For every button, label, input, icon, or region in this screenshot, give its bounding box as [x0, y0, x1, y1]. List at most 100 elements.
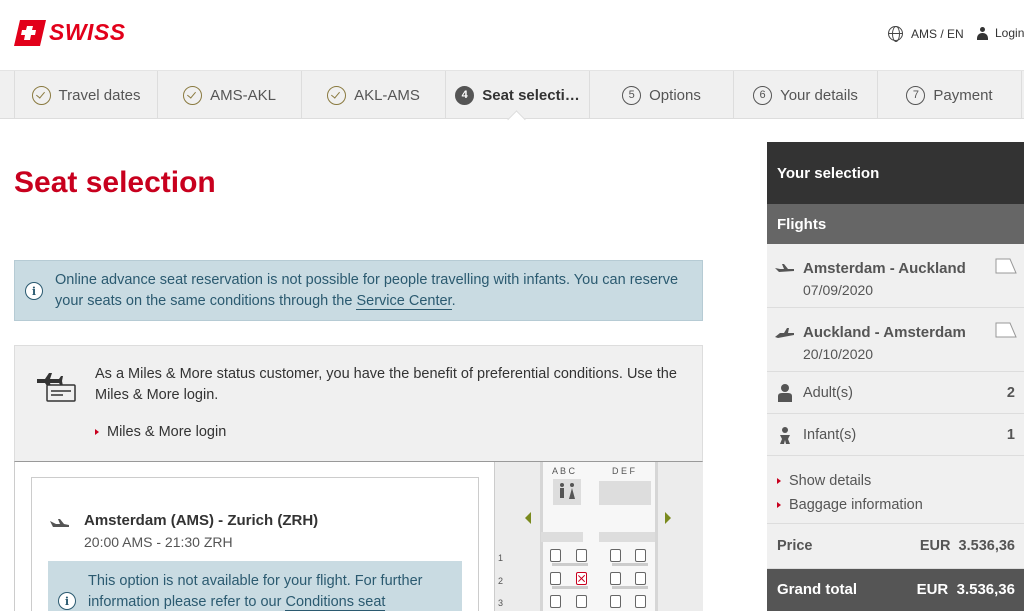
check-icon [31, 85, 51, 105]
grand-total-label: Grand total [777, 581, 858, 598]
plane-takeoff-icon [775, 264, 794, 272]
login-link[interactable]: Login [977, 26, 1024, 40]
scroll-right-arrow[interactable] [665, 512, 671, 524]
swiss-flag-icon [14, 19, 46, 46]
page-title: Seat selection [14, 166, 216, 199]
pax-count: 2 [1006, 385, 1015, 401]
seat-2a[interactable] [550, 572, 561, 585]
step-label: AMS-AKL [210, 86, 276, 104]
service-center-link[interactable]: Service Center [356, 293, 452, 310]
arrow-icon [777, 502, 781, 508]
row-number: 3 [498, 598, 504, 608]
row-number: 2 [498, 576, 504, 586]
step-seat-selection: 4 Seat selecti… [446, 71, 590, 119]
check-icon [183, 85, 203, 105]
leg-date: 20/10/2020 [803, 346, 874, 362]
step-number: 7 [906, 85, 926, 105]
arrow-icon [95, 429, 99, 435]
leg-date: 07/09/2020 [803, 282, 874, 298]
step-akl-ams[interactable]: AKL-AMS [302, 71, 446, 119]
seat-base [552, 563, 588, 566]
flights-header: Flights [767, 204, 1024, 244]
seat-1c[interactable] [576, 549, 587, 562]
infant-notice: i Online advance seat reservation is not… [14, 260, 703, 321]
seat-3d[interactable] [610, 595, 621, 608]
row-number: 1 [498, 553, 504, 563]
sidebar-title: Your selection [767, 142, 1024, 204]
seat-base [552, 586, 588, 589]
header: SWISS AMS / EN Login [0, 0, 1024, 70]
seat-2d[interactable] [610, 572, 621, 585]
conditions-seat-link[interactable]: Conditions seat [285, 594, 386, 611]
booking-steps: Travel dates AMS-AKL AKL-AMS 4 Seat selec… [0, 70, 1024, 119]
price-label: Price [777, 538, 813, 554]
seat-1f[interactable] [635, 549, 646, 562]
seat-2f[interactable] [635, 572, 646, 585]
show-details-link[interactable]: Show details [777, 469, 1014, 493]
step-options: 5 Options [590, 71, 734, 119]
flight-route: Amsterdam (AMS) - Zurich (ZRH) [84, 512, 319, 529]
step-label: Travel dates [58, 86, 141, 104]
flight-time: 20:00 AMS - 21:30 ZRH [84, 534, 233, 550]
grand-total-row: Grand total EUR 3.536,36 [767, 569, 1024, 611]
step-your-details: 6 Your details [734, 71, 878, 119]
flight-leg-return: Auckland - Amsterdam 20/10/2020 [767, 308, 1024, 372]
bulkhead [541, 532, 583, 542]
step-label: Options [649, 86, 701, 104]
pax-label: Infant(s) [803, 427, 857, 443]
miles-login-link[interactable]: Miles & More login [95, 424, 226, 440]
notice-text-end: . [451, 293, 456, 309]
column-letters-right: D E F [612, 466, 636, 476]
price-row: Price EUR 3.536,36 [767, 524, 1024, 569]
leg-route: Amsterdam - Auckland [803, 260, 966, 277]
arrow-icon [777, 478, 781, 484]
step-ams-akl[interactable]: AMS-AKL [158, 71, 302, 119]
step-number: 6 [753, 85, 773, 105]
plane-landing-icon [775, 328, 794, 338]
ticket-icon[interactable] [995, 322, 1017, 338]
step-label: Payment [933, 86, 993, 104]
seat-3c[interactable] [576, 595, 587, 608]
link-label: Baggage information [789, 497, 923, 513]
seat-3a[interactable] [550, 595, 561, 608]
grand-total-value: EUR 3.536,36 [916, 581, 1015, 598]
seat-base [612, 563, 648, 566]
seat-1d[interactable] [610, 549, 621, 562]
seat-base [612, 586, 648, 589]
baggage-information-link[interactable]: Baggage information [777, 493, 1014, 517]
flight-leg-outbound: Amsterdam - Auckland 07/09/2020 [767, 244, 1024, 308]
step-label: Your details [780, 86, 858, 104]
plane-ticket-icon [37, 373, 76, 402]
bulkhead [599, 532, 655, 542]
adults-row: Adult(s) 2 [767, 372, 1024, 414]
step-payment: 7 Payment [878, 71, 1022, 119]
language-label: AMS / EN [911, 26, 964, 41]
step-label: Seat selecti… [482, 86, 580, 104]
infants-row: Infant(s) 1 [767, 414, 1024, 456]
info-icon: i [58, 592, 76, 610]
seat-3f[interactable] [635, 595, 646, 608]
scroll-left-arrow[interactable] [525, 512, 531, 524]
seat-1a[interactable] [550, 549, 561, 562]
sidebar-links: Show details Baggage information [767, 456, 1024, 524]
lavatory-icon [553, 479, 581, 505]
ticket-icon[interactable] [995, 258, 1017, 274]
plane-landing-icon [50, 519, 69, 527]
step-label: AKL-AMS [354, 86, 420, 104]
link-label: Show details [789, 473, 872, 489]
step-travel-dates[interactable]: Travel dates [14, 71, 158, 119]
galley-area [599, 481, 651, 505]
pax-label: Adult(s) [803, 385, 853, 401]
swiss-logo[interactable]: SWISS [14, 19, 126, 46]
infant-icon [780, 427, 790, 444]
check-icon [327, 85, 347, 105]
seat-selection-area: Amsterdam (AMS) - Zurich (ZRH) 20:00 AMS… [14, 461, 703, 611]
selection-sidebar: Your selection Flights Amsterdam - Auckl… [767, 142, 1024, 611]
miles-more-box: As a Miles & More status customer, you h… [14, 345, 703, 463]
user-icon [977, 26, 988, 40]
flight-card: Amsterdam (AMS) - Zurich (ZRH) 20:00 AMS… [31, 477, 479, 611]
language-selector[interactable]: AMS / EN [888, 26, 964, 42]
brand-name: SWISS [49, 19, 126, 45]
seat-map: A B C D E F 1 2 3 [494, 462, 703, 611]
pax-count: 1 [1006, 427, 1015, 443]
